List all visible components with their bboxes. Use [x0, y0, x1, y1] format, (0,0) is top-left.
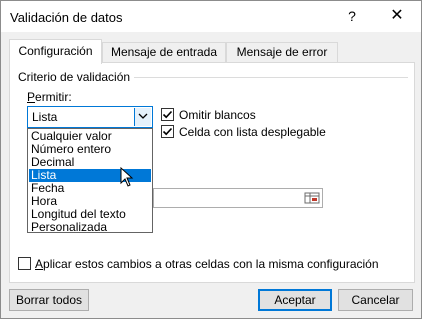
tab-configuracion[interactable]: Configuración	[9, 39, 102, 64]
ok-button[interactable]: Aceptar	[258, 289, 332, 311]
permit-value: Lista	[32, 110, 58, 124]
source-input[interactable]	[153, 188, 323, 208]
validation-criteria-label: Criterio de validación	[18, 70, 131, 84]
chevron-down-icon[interactable]	[134, 108, 151, 126]
permit-combobox[interactable]: Lista	[27, 106, 153, 128]
clear-all-button[interactable]: Borrar todos	[9, 289, 89, 311]
tab-mensaje-entrada[interactable]: Mensaje de entrada	[102, 42, 226, 63]
permit-label-accesskey: P	[27, 90, 36, 104]
cancel-button[interactable]: Cancelar	[338, 289, 413, 311]
apply-all-accesskey: A	[35, 257, 44, 271]
ignore-blank-checkbox[interactable]	[161, 108, 174, 121]
apply-all-text: plicar estos cambios a otras celdas con …	[43, 257, 379, 271]
in-cell-dropdown-checkbox[interactable]	[161, 125, 174, 138]
close-button[interactable]: ✕	[384, 5, 410, 27]
group-divider	[134, 77, 408, 78]
help-button[interactable]: ?	[340, 5, 364, 27]
dialog-title: Validación de datos	[10, 10, 123, 25]
title-bar[interactable]: Validación de datos ? ✕	[1, 1, 421, 32]
data-validation-dialog: Validación de datos ? ✕ Configuración Me…	[0, 0, 422, 319]
apply-all-label: Aplicar estos cambios a otras celdas con…	[35, 257, 379, 271]
tab-mensaje-error[interactable]: Mensaje de error	[226, 42, 338, 63]
permit-label: Permitir:	[27, 90, 72, 104]
ignore-blank-label: Omitir blancos	[179, 108, 256, 122]
mouse-cursor-icon	[120, 167, 134, 187]
permit-dropdown-list[interactable]: Cualquier valor Número entero Decimal Li…	[27, 128, 153, 234]
option-personalizada[interactable]: Personalizada	[29, 221, 151, 234]
apply-all-checkbox[interactable]	[18, 257, 31, 270]
in-cell-dropdown-label: Celda con lista desplegable	[179, 125, 326, 139]
range-selector-icon[interactable]	[303, 189, 322, 207]
permit-label-text: ermitir:	[35, 90, 72, 104]
